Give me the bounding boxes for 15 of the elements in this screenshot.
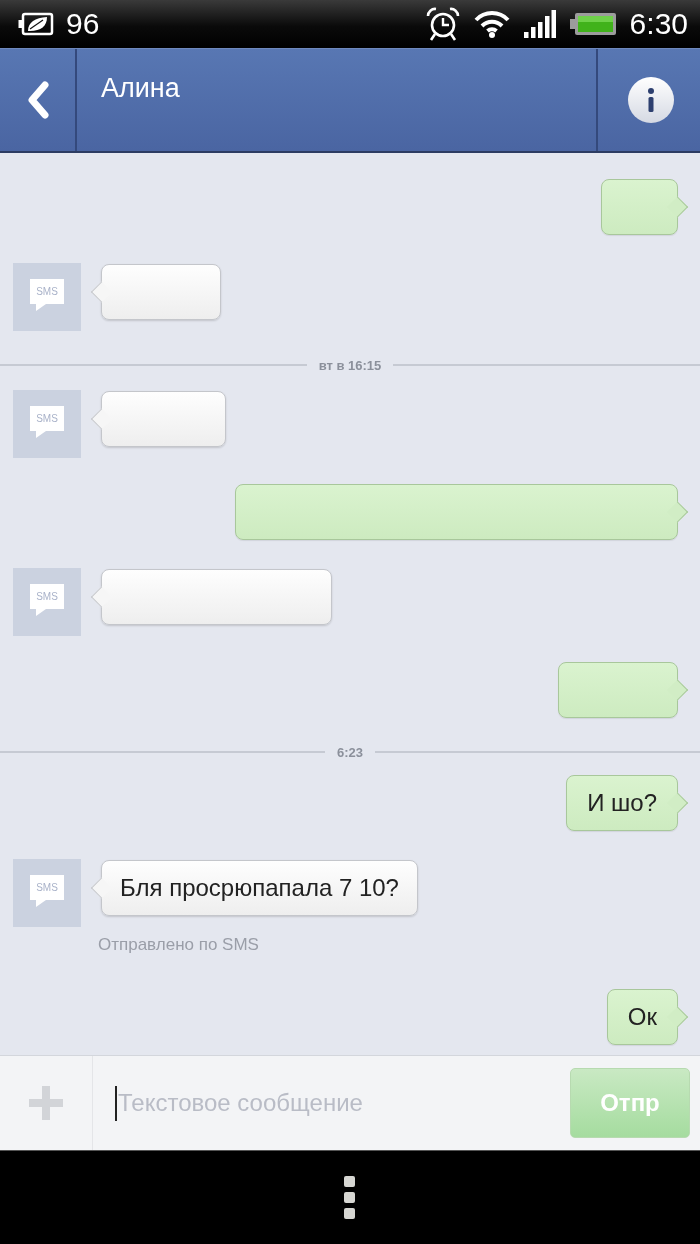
message-input[interactable]: Текстовое сообщение bbox=[117, 1089, 570, 1117]
plus-icon bbox=[29, 1086, 63, 1120]
delivery-note: Отправлено по SMS bbox=[98, 935, 259, 955]
contact-name: Алина bbox=[101, 73, 180, 103]
wifi-icon bbox=[473, 10, 510, 38]
status-time: 6:30 bbox=[629, 7, 688, 41]
indicator-text: 96 bbox=[66, 7, 100, 41]
alarm-clock-icon bbox=[425, 7, 460, 41]
leaf-battery-icon bbox=[18, 11, 54, 37]
info-icon bbox=[628, 77, 674, 123]
battery-icon bbox=[569, 11, 616, 37]
timestamp-label: 6:23 bbox=[336, 744, 364, 760]
menu-icon[interactable] bbox=[343, 1176, 355, 1219]
signal-icon bbox=[523, 10, 556, 38]
timestamp-label: вт в 16:15 bbox=[317, 357, 383, 373]
